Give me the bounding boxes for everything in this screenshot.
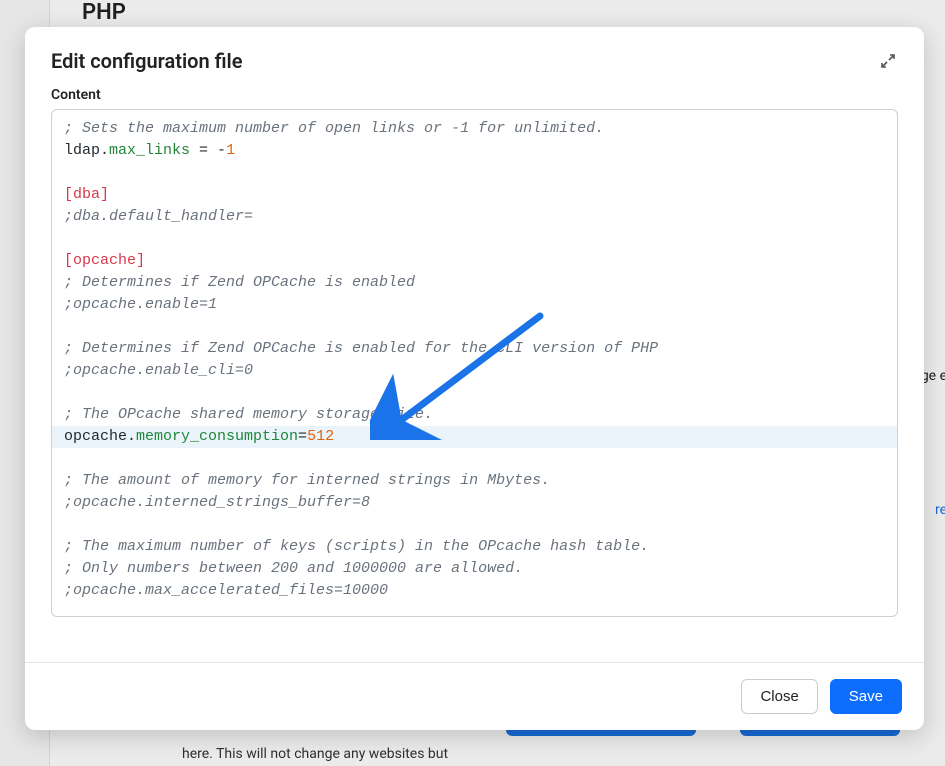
modal-title: Edit configuration file bbox=[51, 49, 243, 73]
code-line: ; Sets the maximum number of open links … bbox=[64, 118, 885, 140]
code-line bbox=[64, 514, 885, 536]
editor-container: ; Sets the maximum number of open links … bbox=[51, 109, 898, 617]
code-line: ;opcache.enable_cli=0 bbox=[64, 360, 885, 382]
code-line: ;opcache.enable=1 bbox=[64, 294, 885, 316]
code-line: ;dba.default_handler= bbox=[64, 206, 885, 228]
expand-button[interactable] bbox=[878, 51, 898, 71]
modal-footer: Close Save bbox=[25, 662, 924, 730]
edit-config-modal: Edit configuration file Content ; Sets t… bbox=[25, 27, 924, 730]
code-line bbox=[64, 228, 885, 250]
modal-header: Edit configuration file bbox=[25, 27, 924, 87]
bg-description-text: here. This will not change any websites … bbox=[182, 745, 482, 763]
code-line: [opcache] bbox=[64, 250, 885, 272]
code-line bbox=[64, 162, 885, 184]
expand-icon bbox=[880, 53, 896, 69]
save-button[interactable]: Save bbox=[830, 679, 902, 714]
content-label: Content bbox=[25, 87, 924, 109]
code-line bbox=[64, 382, 885, 404]
code-line bbox=[64, 448, 885, 470]
bg-link-fragment: re bbox=[935, 502, 945, 518]
code-line: ; The amount of memory for interned stri… bbox=[64, 470, 885, 492]
code-line: ; The maximum number of keys (scripts) i… bbox=[64, 536, 885, 558]
code-line: ; Only numbers between 200 and 1000000 a… bbox=[64, 558, 885, 580]
bg-text-fragment-1: ge e bbox=[921, 368, 945, 384]
code-line: ;opcache.interned_strings_buffer=8 bbox=[64, 492, 885, 514]
code-line: opcache.memory_consumption=512 bbox=[52, 426, 897, 448]
code-line: ldap.max_links = -1 bbox=[64, 140, 885, 162]
code-line: [dba] bbox=[64, 184, 885, 206]
code-line: ; Determines if Zend OPCache is enabled … bbox=[64, 338, 885, 360]
code-line bbox=[64, 316, 885, 338]
close-button[interactable]: Close bbox=[741, 679, 817, 714]
code-editor[interactable]: ; Sets the maximum number of open links … bbox=[52, 110, 897, 616]
bg-page-title: PHP bbox=[82, 0, 126, 25]
code-line: ; Determines if Zend OPCache is enabled bbox=[64, 272, 885, 294]
code-line: ; The OPcache shared memory storage size… bbox=[64, 404, 885, 426]
code-line: ;opcache.max_accelerated_files=10000 bbox=[64, 580, 885, 602]
